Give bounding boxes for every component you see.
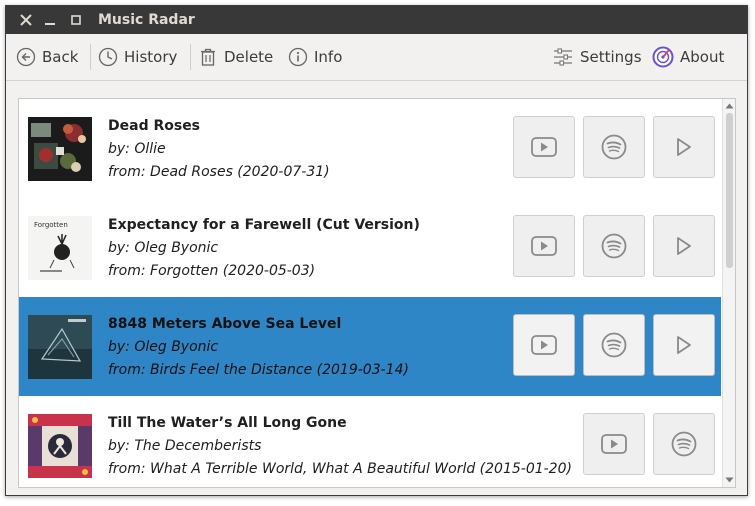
- spotify-button[interactable]: [583, 314, 645, 376]
- youtube-button[interactable]: [513, 215, 575, 277]
- spotify-icon: [601, 134, 627, 160]
- track-row[interactable]: Forgotten Expectancy for a Farewell (Cut…: [19, 198, 721, 297]
- settings-label: Settings: [580, 48, 642, 66]
- info-label: Info: [314, 48, 343, 66]
- maximize-button[interactable]: [64, 6, 88, 34]
- youtube-icon: [531, 335, 557, 355]
- toolbar: Back History Delete Info Settings About: [6, 34, 747, 81]
- spotify-icon: [601, 332, 627, 358]
- track-row[interactable]: Dead Roses by: Ollie from: Dead Roses (2…: [19, 99, 721, 198]
- track-album: from: Dead Roses (2020-07-31): [108, 164, 330, 180]
- about-label: About: [680, 48, 725, 66]
- titlebar: Music Radar: [6, 6, 747, 34]
- spotify-button[interactable]: [583, 116, 645, 178]
- back-button[interactable]: Back: [16, 42, 78, 72]
- spotify-button[interactable]: [583, 215, 645, 277]
- youtube-button[interactable]: [513, 116, 575, 178]
- youtube-icon: [531, 236, 557, 256]
- delete-label: Delete: [224, 48, 274, 66]
- album-cover-what-a-terrible-world: [28, 414, 92, 478]
- album-cover-forgotten: Forgotten: [28, 216, 92, 280]
- track-title: Till The Water’s All Long Gone: [108, 415, 347, 431]
- play-button[interactable]: [653, 314, 715, 376]
- close-button[interactable]: [14, 6, 38, 34]
- track-title: Expectancy for a Farewell (Cut Version): [108, 217, 420, 233]
- scrollbar-thumb[interactable]: [726, 113, 733, 268]
- track-title: 8848 Meters Above Sea Level: [108, 316, 342, 332]
- settings-sliders-icon: [554, 48, 572, 66]
- track-album: from: What A Terrible World, What A Beau…: [108, 461, 572, 477]
- toolbar-separator: [90, 44, 91, 70]
- track-row-selected[interactable]: 8848 Meters Above Sea Level by: Oleg Byo…: [19, 297, 721, 396]
- youtube-button[interactable]: [513, 314, 575, 376]
- clock-icon: [98, 47, 118, 67]
- scroll-down-arrow-icon[interactable]: [725, 475, 734, 484]
- track-artist: by: Oleg Byonic: [108, 240, 219, 256]
- about-button[interactable]: About: [652, 42, 724, 72]
- track-list[interactable]: Dead Roses by: Ollie from: Dead Roses (2…: [18, 98, 736, 488]
- window-title: Music Radar: [98, 12, 195, 28]
- back-label: Back: [42, 48, 79, 66]
- toolbar-separator: [190, 44, 191, 70]
- maximize-icon: [71, 15, 81, 25]
- scroll-up-arrow-icon[interactable]: [725, 101, 734, 110]
- play-icon: [677, 336, 691, 354]
- youtube-icon: [601, 434, 627, 454]
- trash-icon: [201, 48, 215, 66]
- settings-button[interactable]: Settings: [552, 42, 642, 72]
- album-cover-dead-roses: [28, 117, 92, 181]
- about-app-icon: [652, 46, 674, 68]
- youtube-button[interactable]: [583, 413, 645, 475]
- info-button[interactable]: Info: [288, 42, 342, 72]
- play-button[interactable]: [653, 116, 715, 178]
- track-album: from: Forgotten (2020-05-03): [108, 263, 316, 279]
- track-album: from: Birds Feel the Distance (2019-03-1…: [108, 362, 409, 378]
- play-icon: [677, 237, 691, 255]
- track-title: Dead Roses: [108, 118, 201, 134]
- close-icon: [20, 14, 32, 26]
- track-row[interactable]: Till The Water’s All Long Gone by: The D…: [19, 396, 721, 487]
- track-artist: by: The Decemberists: [108, 438, 262, 454]
- vertical-scrollbar[interactable]: [722, 99, 735, 487]
- history-label: History: [124, 48, 178, 66]
- spotify-button[interactable]: [653, 413, 715, 475]
- history-button[interactable]: History: [98, 42, 177, 72]
- spotify-icon: [601, 233, 627, 259]
- album-cover-birds-feel-the-distance: [28, 315, 92, 379]
- youtube-icon: [531, 137, 557, 157]
- minimize-icon: [45, 23, 55, 25]
- spotify-icon: [671, 431, 697, 457]
- track-artist: by: Ollie: [108, 141, 166, 157]
- back-arrow-icon: [16, 47, 36, 67]
- delete-button[interactable]: Delete: [198, 42, 273, 72]
- track-artist: by: Oleg Byonic: [108, 339, 219, 355]
- info-icon: [288, 47, 308, 67]
- main-window: Music Radar Back History Delete Info Set…: [5, 5, 748, 496]
- play-icon: [677, 138, 691, 156]
- cover-text: Forgotten: [34, 221, 68, 229]
- play-button[interactable]: [653, 215, 715, 277]
- minimize-button[interactable]: [38, 6, 62, 34]
